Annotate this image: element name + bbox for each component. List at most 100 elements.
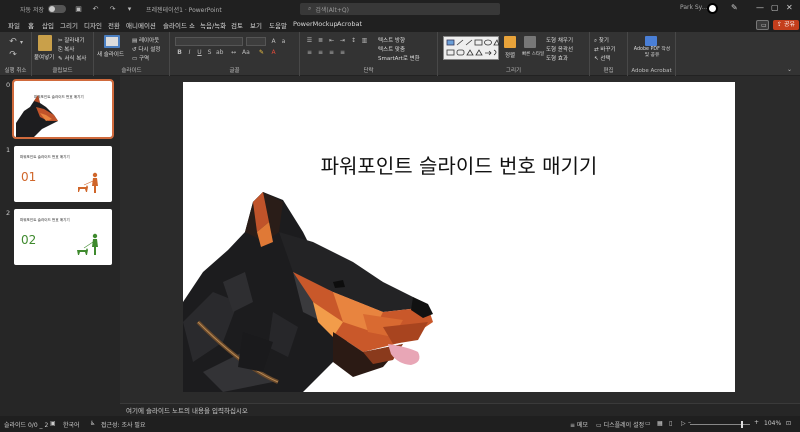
tab-transitions[interactable]: 전환 — [108, 20, 120, 30]
slide-sorter-icon[interactable]: ▦ — [657, 420, 663, 427]
redo-icon[interactable]: ↷ — [108, 5, 117, 14]
layout-button[interactable]: ▤ 레이아웃 — [132, 36, 159, 44]
case-icon[interactable]: Aa — [242, 49, 250, 56]
redo-icon[interactable]: ↷ — [8, 50, 18, 60]
new-slide-icon[interactable] — [104, 35, 120, 48]
slide-thumbnail-0[interactable]: 파워포인트 슬라이드 번호 매기기 — [12, 79, 114, 139]
smartart-button[interactable]: SmartArt로 변환 — [378, 54, 420, 62]
arrange-icon[interactable] — [504, 36, 516, 48]
minimize-icon[interactable]: — — [756, 3, 764, 12]
shape-effects-button[interactable]: 도형 효과 — [546, 54, 568, 62]
comments-button[interactable]: ▭ — [756, 20, 769, 30]
main-slide[interactable]: 파워포인트 슬라이드 번호 매기기 — [183, 82, 735, 392]
paste-button[interactable]: 붙여넣기 — [34, 53, 54, 61]
strikethrough-icon[interactable]: ab — [216, 49, 224, 56]
zoom-slider-thumb[interactable] — [741, 421, 743, 428]
notes-button[interactable]: ≡ 메모 — [570, 420, 588, 429]
cut-button[interactable]: ✂ 잘라내기 — [58, 36, 85, 44]
bold-icon[interactable]: B — [176, 49, 183, 56]
justify-icon[interactable]: ≡ — [339, 49, 346, 56]
search-box[interactable]: ⌕ 검색(Alt+Q) — [300, 3, 500, 15]
doberman-lowpoly-image[interactable] — [183, 82, 735, 392]
slide-thumbnail-1[interactable]: 파워포인트 슬라이드 번호 매기기 01 — [14, 146, 112, 202]
font-color-icon[interactable]: A — [270, 49, 277, 56]
pen-icon[interactable]: ✎ — [731, 3, 738, 12]
find-button[interactable]: ⌕ 찾기 — [594, 36, 609, 45]
tab-draw[interactable]: 그리기 — [60, 20, 78, 30]
slideshow-icon[interactable]: ▷ — [681, 420, 686, 427]
reset-button[interactable]: ↺ 다시 설정 — [132, 45, 160, 53]
autosave-toggle[interactable] — [48, 5, 66, 13]
line-spacing-icon[interactable]: ↕ — [350, 37, 357, 44]
shape-outline-button[interactable]: 도형 윤곽선 — [546, 45, 573, 53]
accessibility-icon[interactable]: ♿ — [90, 420, 95, 427]
share-button[interactable]: ⇪ 공유 — [773, 20, 799, 30]
shapes-gallery[interactable] — [443, 36, 500, 60]
align-left-icon[interactable]: ≡ — [306, 49, 313, 56]
create-pdf-button[interactable]: Adobe PDF 작성 및 공유 — [632, 47, 672, 59]
zoom-in-icon[interactable]: + — [754, 419, 759, 426]
select-button[interactable]: ↖ 선택 — [594, 54, 610, 62]
shadow-icon[interactable]: S — [206, 49, 213, 56]
columns-icon[interactable]: ▥ — [361, 37, 368, 44]
notes-pane[interactable]: 여기에 슬라이드 노트의 내용을 입력하십시오 — [120, 403, 800, 416]
align-center-icon[interactable]: ≡ — [317, 49, 324, 56]
tab-slideshow[interactable]: 슬라이드 쇼 — [163, 20, 195, 30]
italic-icon[interactable]: I — [186, 49, 193, 56]
section-button[interactable]: ▭ 구역 — [132, 54, 149, 62]
shape-fill-button[interactable]: 도형 채우기 — [546, 36, 573, 44]
text-direction-button[interactable]: 텍스트 방향 — [378, 36, 405, 44]
align-right-icon[interactable]: ≡ — [328, 49, 335, 56]
tab-powermockup[interactable]: PowerMockup — [293, 20, 338, 28]
highlight-icon[interactable]: ✎ — [258, 49, 265, 56]
tab-view[interactable]: 보기 — [250, 20, 262, 30]
display-settings-button[interactable]: ▭ 디스플레이 설정 — [596, 420, 644, 429]
tab-acrobat[interactable]: Acrobat — [337, 20, 362, 28]
fit-to-window-icon[interactable]: ⊡ — [786, 420, 791, 427]
tab-insert[interactable]: 삽입 — [42, 20, 54, 30]
font-size-field[interactable] — [246, 37, 266, 46]
tab-animations[interactable]: 애니메이션 — [126, 20, 156, 30]
copy-button[interactable]: ⎘ 복사 — [58, 45, 74, 54]
spacing-icon[interactable]: ↔ — [230, 49, 237, 56]
undo-dropdown-icon[interactable]: ▾ — [18, 39, 25, 46]
save-icon[interactable]: ▣ — [74, 5, 83, 14]
close-icon[interactable]: ✕ — [786, 3, 793, 12]
grow-font-icon[interactable]: A — [270, 38, 277, 45]
normal-view-icon[interactable]: ▭ — [645, 420, 651, 427]
new-slide-button[interactable]: 새 슬라이드 — [97, 50, 124, 58]
shrink-font-icon[interactable]: a — [280, 38, 287, 45]
adobe-pdf-icon[interactable] — [645, 36, 657, 46]
underline-icon[interactable]: U — [196, 49, 203, 56]
tab-help[interactable]: 도움말 — [269, 20, 287, 30]
tab-file[interactable]: 파일 — [8, 20, 20, 30]
slide-thumbnail-2[interactable]: 파워포인트 슬라이드 번호 매기기 02 — [14, 209, 112, 265]
avatar[interactable] — [707, 3, 718, 14]
maximize-icon[interactable]: ▢ — [771, 3, 779, 12]
user-name[interactable]: Park Sy... — [680, 4, 707, 11]
collapse-ribbon-icon[interactable]: ⌄ — [786, 66, 793, 73]
zoom-level[interactable]: 104% — [764, 420, 781, 427]
quick-styles-button[interactable]: 빠른 스타일 — [522, 51, 544, 57]
arrange-button[interactable]: 정렬 — [505, 51, 515, 59]
language-indicator[interactable]: 한국어 — [63, 420, 80, 429]
decrease-indent-icon[interactable]: ⇤ — [328, 37, 335, 44]
undo-icon[interactable]: ↶ — [8, 37, 18, 47]
font-name-field[interactable] — [175, 37, 243, 46]
reading-view-icon[interactable]: ▯ — [669, 420, 672, 427]
format-painter-button[interactable]: ✎ 서식 복사 — [58, 54, 86, 62]
tab-review[interactable]: 검토 — [231, 20, 243, 30]
paste-icon[interactable] — [38, 35, 52, 51]
increase-indent-icon[interactable]: ⇥ — [339, 37, 346, 44]
accessibility-status[interactable]: 접근성: 조사 필요 — [101, 420, 145, 429]
bullets-icon[interactable]: ☰ — [306, 37, 313, 44]
customize-toolbar-icon[interactable]: ▾ — [125, 5, 134, 14]
tab-home[interactable]: 홈 — [28, 20, 34, 33]
undo-icon[interactable]: ↶ — [91, 5, 100, 14]
tab-design[interactable]: 디자인 — [84, 20, 102, 30]
spellcheck-icon[interactable]: ▣ — [50, 420, 56, 427]
align-text-button[interactable]: 텍스트 맞춤 — [378, 45, 405, 53]
quick-styles-icon[interactable] — [524, 36, 536, 48]
tab-record[interactable]: 녹음/녹화 — [200, 20, 226, 30]
numbering-icon[interactable]: ≣ — [317, 37, 324, 44]
